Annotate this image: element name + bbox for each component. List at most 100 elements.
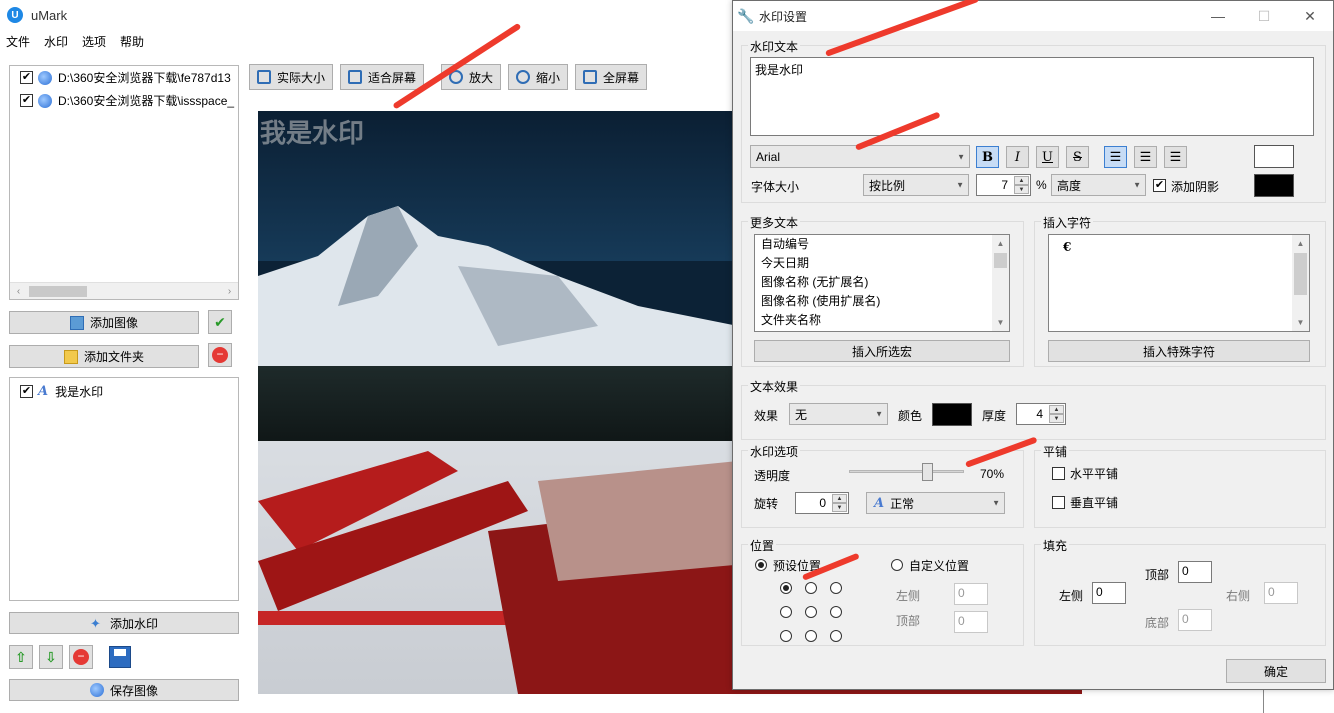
- list-item[interactable]: 文件夹名称: [755, 311, 1009, 330]
- insert-selected-button[interactable]: 插入所选宏: [754, 340, 1010, 362]
- maximize-icon[interactable]: ☐: [1241, 1, 1287, 31]
- menu-file[interactable]: 文件: [0, 33, 37, 50]
- menu-watermark[interactable]: 水印: [37, 33, 75, 50]
- fill-right-input[interactable]: 0: [1264, 582, 1298, 604]
- stepper-down-icon[interactable]: ▼: [1014, 185, 1029, 194]
- save-image-button[interactable]: 保存图像: [9, 679, 239, 701]
- menu-options[interactable]: 选项: [75, 33, 113, 50]
- fill-bottom-input[interactable]: 0: [1178, 609, 1212, 631]
- move-up-button[interactable]: ⇧: [9, 645, 33, 669]
- check-button[interactable]: ✔: [208, 310, 232, 334]
- remove-icon: −: [212, 347, 228, 363]
- pos-middle-left-radio[interactable]: [780, 606, 792, 618]
- underline-button[interactable]: U: [1036, 146, 1059, 168]
- pos-top-left-radio[interactable]: [780, 582, 792, 594]
- align-right-button[interactable]: ☰: [1164, 146, 1187, 168]
- close-icon[interactable]: ✕: [1287, 1, 1333, 31]
- scroll-thumb[interactable]: [994, 253, 1007, 268]
- stepper-up-icon[interactable]: ▲: [832, 494, 847, 503]
- tile-horizontal-checkbox[interactable]: [1052, 467, 1065, 480]
- text-color-swatch[interactable]: [1254, 145, 1294, 168]
- macro-list[interactable]: 自动编号 今天日期 图像名称 (无扩展名) 图像名称 (使用扩展名) 文件夹名称…: [754, 234, 1010, 332]
- fill-left-input[interactable]: 0: [1092, 582, 1126, 604]
- stepper-up-icon[interactable]: ▲: [1049, 405, 1064, 414]
- actual-size-button[interactable]: 实际大小: [249, 64, 334, 90]
- scroll-thumb[interactable]: [1294, 253, 1307, 295]
- menu-help[interactable]: 帮助: [113, 33, 151, 50]
- delete-watermark-button[interactable]: −: [69, 645, 93, 669]
- pos-center-radio[interactable]: [805, 606, 817, 618]
- special-char-list[interactable]: € ▲ ▼: [1048, 234, 1310, 332]
- effect-color-swatch[interactable]: [932, 403, 972, 426]
- rotate-stepper[interactable]: 0 ▲ ▼: [795, 492, 849, 514]
- pos-bottom-left-radio[interactable]: [780, 630, 792, 642]
- shadow-checkbox[interactable]: ✔: [1153, 179, 1166, 192]
- custom-left-input[interactable]: 0: [954, 583, 988, 605]
- size-reference-select[interactable]: 高度 ▼: [1051, 174, 1146, 196]
- align-center-button[interactable]: ☰: [1134, 146, 1157, 168]
- add-folder-button[interactable]: 添加文件夹: [9, 345, 199, 368]
- euro-char[interactable]: €: [1063, 240, 1071, 254]
- list-item[interactable]: 图像名称 (无扩展名): [755, 273, 1009, 292]
- stepper-up-icon[interactable]: ▲: [1014, 176, 1029, 185]
- minimize-icon[interactable]: —: [1195, 1, 1241, 31]
- shadow-color-swatch[interactable]: [1254, 174, 1294, 197]
- italic-button[interactable]: I: [1006, 146, 1029, 168]
- list-item[interactable]: 图像名称 (使用扩展名): [755, 292, 1009, 311]
- pos-top-right-radio[interactable]: [830, 582, 842, 594]
- remove-button[interactable]: −: [208, 343, 232, 367]
- pos-bottom-right-radio[interactable]: [830, 630, 842, 642]
- scroll-up-icon[interactable]: ▲: [992, 235, 1009, 252]
- watermark-row[interactable]: ✔ A 我是水印: [10, 378, 238, 404]
- list-item[interactable]: 自动编号: [755, 235, 1009, 254]
- ok-button[interactable]: 确定: [1226, 659, 1326, 683]
- pos-top-center-radio[interactable]: [805, 582, 817, 594]
- scroll-thumb[interactable]: [29, 285, 87, 297]
- file-list-hscrollbar[interactable]: ‹ ›: [10, 282, 238, 299]
- custom-top-input[interactable]: 0: [954, 611, 988, 633]
- scroll-right-icon[interactable]: ›: [221, 286, 238, 297]
- fill-top-input[interactable]: 0: [1178, 561, 1212, 583]
- save-watermark-button[interactable]: [108, 645, 132, 669]
- bold-button[interactable]: B: [976, 146, 999, 168]
- scroll-down-icon[interactable]: ▼: [1292, 314, 1309, 331]
- fullscreen-button[interactable]: 全屏幕: [575, 64, 648, 90]
- file-row[interactable]: ✔ D:\360安全浏览器下载\fe787d13: [10, 66, 238, 89]
- watermark-list[interactable]: ✔ A 我是水印: [9, 377, 239, 601]
- watermark-checkbox[interactable]: ✔: [20, 384, 33, 398]
- size-mode-select[interactable]: 按比例 ▼: [863, 174, 969, 196]
- macro-list-scrollbar[interactable]: ▲ ▼: [992, 235, 1009, 331]
- strikethrough-button[interactable]: S: [1066, 146, 1089, 168]
- list-item[interactable]: 今天日期: [755, 254, 1009, 273]
- stepper-down-icon[interactable]: ▼: [832, 503, 847, 512]
- file-checkbox[interactable]: ✔: [20, 71, 33, 84]
- image-file-list[interactable]: ✔ D:\360安全浏览器下载\fe787d13 ✔ D:\360安全浏览器下载…: [9, 65, 239, 300]
- opacity-slider-track[interactable]: [849, 470, 964, 473]
- insert-special-button[interactable]: 插入特殊字符: [1048, 340, 1310, 362]
- effect-select[interactable]: 无 ▼: [789, 403, 888, 425]
- add-watermark-button[interactable]: ✦ 添加水印: [9, 612, 239, 634]
- custom-position-radio[interactable]: [891, 559, 903, 571]
- tile-vertical-checkbox[interactable]: [1052, 496, 1065, 509]
- thickness-stepper[interactable]: 4 ▲ ▼: [1016, 403, 1066, 425]
- add-image-button[interactable]: 添加图像: [9, 311, 199, 334]
- move-down-button[interactable]: ⇩: [39, 645, 63, 669]
- preset-position-radio[interactable]: [755, 559, 767, 571]
- pos-middle-right-radio[interactable]: [830, 606, 842, 618]
- file-checkbox[interactable]: ✔: [20, 94, 33, 107]
- rotate-mode-select[interactable]: A 正常 ▼: [866, 492, 1005, 514]
- scroll-down-icon[interactable]: ▼: [992, 314, 1009, 331]
- watermark-text-input[interactable]: 我是水印: [750, 57, 1314, 136]
- zoom-out-button[interactable]: 缩小: [508, 64, 569, 90]
- char-list-scrollbar[interactable]: ▲ ▼: [1292, 235, 1309, 331]
- scroll-up-icon[interactable]: ▲: [1292, 235, 1309, 252]
- font-size-stepper[interactable]: 7 ▲ ▼: [976, 174, 1031, 196]
- opacity-slider-thumb[interactable]: [921, 463, 933, 481]
- pos-bottom-center-radio[interactable]: [805, 630, 817, 642]
- file-row[interactable]: ✔ D:\360安全浏览器下载\issspace_: [10, 89, 238, 112]
- scroll-left-icon[interactable]: ‹: [10, 286, 27, 297]
- fit-screen-label: 适合屏幕: [368, 70, 417, 85]
- stepper-down-icon[interactable]: ▼: [1049, 414, 1064, 423]
- fit-screen-button[interactable]: 适合屏幕: [340, 64, 425, 90]
- align-left-button[interactable]: ☰: [1104, 146, 1127, 168]
